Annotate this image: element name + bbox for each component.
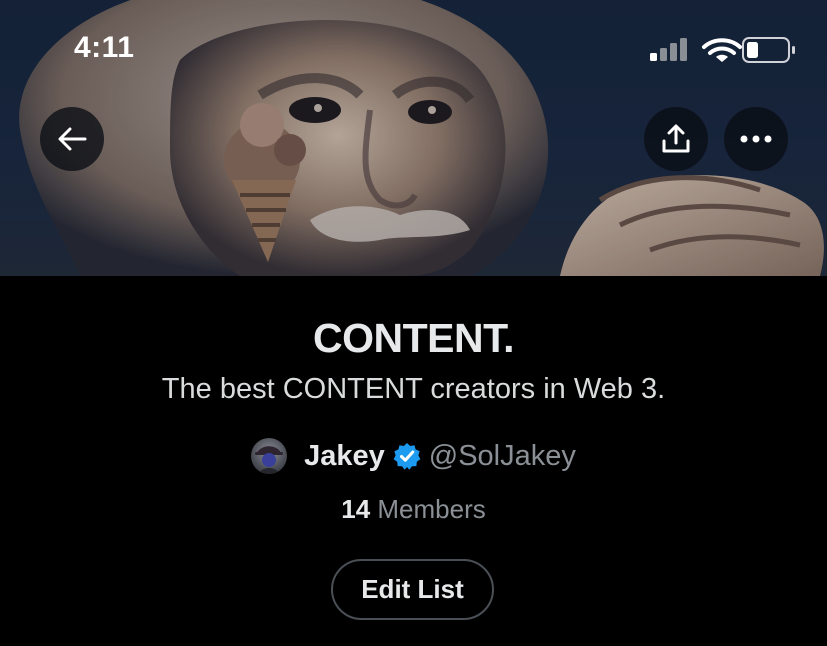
edit-list-button[interactable]: Edit List (331, 559, 494, 620)
list-banner: 4:11 (0, 0, 827, 276)
list-title: CONTENT. (313, 315, 515, 361)
back-button[interactable] (40, 107, 104, 171)
list-owner[interactable]: Jakey @SolJakey (0, 434, 827, 478)
verified-badge-icon (393, 442, 421, 470)
battery-icon (742, 37, 795, 63)
back-arrow-icon (58, 127, 87, 151)
owner-handle[interactable]: @SolJakey (429, 440, 576, 473)
status-time: 4:11 (74, 31, 135, 64)
wifi-icon (702, 38, 742, 62)
cellular-signal-icon (650, 38, 687, 61)
list-description: The best CONTENT creators in Web 3. (161, 373, 666, 405)
owner-name[interactable]: Jakey (304, 440, 385, 473)
list-screen: 4:11 CONTENT. The best CONTENT creators … (0, 0, 827, 646)
share-icon (662, 124, 690, 153)
more-button[interactable] (724, 107, 788, 171)
status-icons (650, 36, 800, 64)
avatar[interactable] (251, 438, 288, 474)
members-count: 14 (341, 494, 371, 524)
share-button[interactable] (644, 107, 708, 171)
members-label: Members (377, 494, 486, 524)
more-icon (740, 135, 772, 143)
members-link[interactable]: 14 Members (0, 494, 827, 525)
